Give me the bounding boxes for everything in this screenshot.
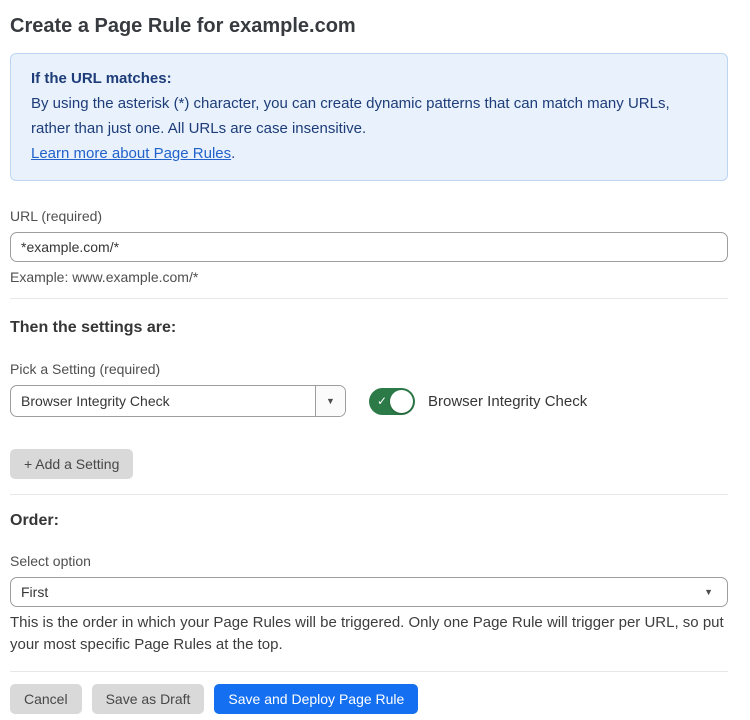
order-section-heading: Order: xyxy=(10,511,728,531)
setting-dropdown-caret-button[interactable]: ▼ xyxy=(315,386,345,416)
check-icon: ✓ xyxy=(377,395,387,407)
section-divider xyxy=(10,298,728,299)
chevron-down-icon: ▼ xyxy=(326,397,335,406)
order-select-value: First xyxy=(21,584,704,600)
info-box-heading: If the URL matches: xyxy=(31,66,707,91)
setting-toggle[interactable]: ✓ xyxy=(369,388,415,415)
cancel-button[interactable]: Cancel xyxy=(10,684,82,714)
page-title: Create a Page Rule for example.com xyxy=(10,14,728,38)
chevron-down-icon: ▼ xyxy=(704,588,713,597)
settings-section-heading: Then the settings are: xyxy=(10,318,728,338)
create-page-rule-form: Create a Page Rule for example.com If th… xyxy=(0,0,750,714)
add-setting-button[interactable]: + Add a Setting xyxy=(10,449,133,479)
link-suffix: . xyxy=(231,145,235,162)
setting-dropdown[interactable]: Browser Integrity Check ▼ xyxy=(10,385,346,417)
url-example-text: Example: www.example.com/* xyxy=(10,268,728,286)
order-select[interactable]: First ▼ xyxy=(10,577,728,607)
learn-more-link[interactable]: Learn more about Page Rules xyxy=(31,145,231,162)
toggle-knob xyxy=(390,390,413,413)
order-select-label: Select option xyxy=(10,551,728,571)
pick-setting-label: Pick a Setting (required) xyxy=(10,359,728,379)
url-field-label: URL (required) xyxy=(10,206,728,226)
setting-toggle-label: Browser Integrity Check xyxy=(428,393,587,410)
section-divider xyxy=(10,494,728,495)
order-help-text: This is the order in which your Page Rul… xyxy=(10,612,728,656)
url-input[interactable] xyxy=(10,232,728,262)
url-matches-info-box: If the URL matches: By using the asteris… xyxy=(10,53,728,181)
setting-dropdown-value: Browser Integrity Check xyxy=(11,386,315,416)
setting-row: Browser Integrity Check ▼ ✓ Browser Inte… xyxy=(10,385,728,417)
footer-actions: Cancel Save as Draft Save and Deploy Pag… xyxy=(10,684,728,714)
save-as-draft-button[interactable]: Save as Draft xyxy=(92,684,205,714)
info-box-body: By using the asterisk (*) character, you… xyxy=(31,91,707,141)
save-and-deploy-button[interactable]: Save and Deploy Page Rule xyxy=(214,684,418,714)
footer-divider xyxy=(10,671,728,672)
info-box-link-line: Learn more about Page Rules. xyxy=(31,141,707,166)
